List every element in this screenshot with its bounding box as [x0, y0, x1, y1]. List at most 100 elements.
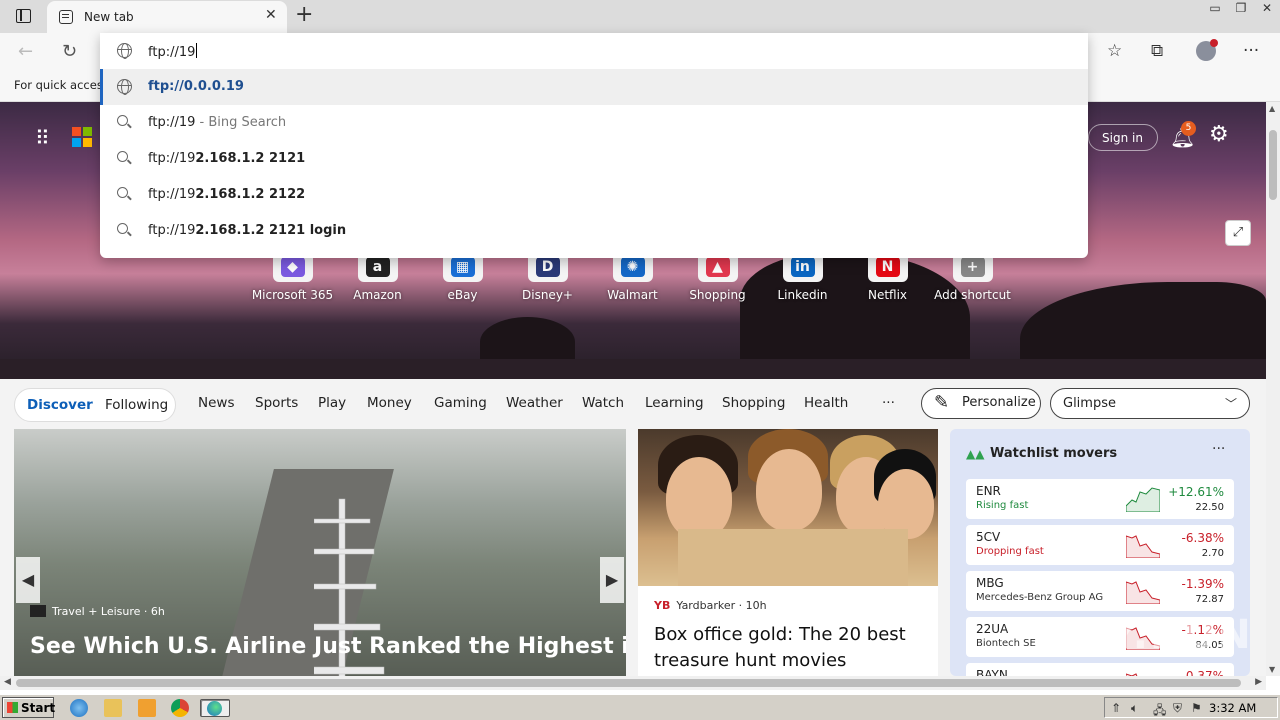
scroll-thumb[interactable] — [16, 679, 1241, 687]
taskbar: Start ⇑ 🔈︎ 🖧 ⛨ ⚑ 3:32 AM — [0, 694, 1280, 720]
personalize-button[interactable]: ✎ Personalize — [921, 388, 1041, 419]
address-bar[interactable]: ftp://19 — [100, 33, 1088, 69]
search-icon — [117, 115, 133, 131]
restore-icon[interactable]: ❐ — [1228, 0, 1254, 18]
stock-note: Rising fast — [976, 500, 1029, 511]
expand-icon[interactable]: ⤢ — [1225, 220, 1251, 246]
stock-change: -1.39% — [1181, 577, 1224, 591]
stock-symbol: MBG — [976, 576, 1004, 590]
volume-icon[interactable]: 🔈︎ — [1131, 701, 1138, 716]
article-card-movies[interactable]: YB Yardbarker · 10h Box office gold: The … — [638, 429, 938, 676]
quick-link-ebay[interactable]: ▦ eBay — [420, 255, 505, 302]
personalize-icon: ✎ — [934, 392, 950, 413]
quick-link-add-shortcut[interactable]: + Add shortcut — [930, 255, 1015, 302]
chevron-down-icon: ﹀ — [1224, 397, 1237, 411]
settings-gear-icon[interactable]: ⚙ — [1209, 122, 1229, 147]
source-logo: YB — [654, 599, 671, 612]
category-health[interactable]: Health — [804, 395, 848, 411]
more-icon[interactable]: ··· — [1243, 41, 1259, 61]
article-headline[interactable]: See Which U.S. Airline Just Ranked the H… — [30, 633, 626, 661]
quick-link-netflix[interactable]: N Netflix — [845, 255, 930, 302]
scroll-down-icon[interactable]: ▼ — [1269, 665, 1275, 674]
minimize-icon[interactable]: ▭ — [1202, 0, 1228, 18]
search-icon — [117, 151, 133, 167]
scroll-left-icon[interactable]: ◀ — [4, 677, 11, 687]
close-window-icon[interactable]: ✕ — [1254, 0, 1280, 18]
suggestion-item[interactable]: ftp://0.0.0.19 — [100, 69, 1088, 105]
quick-link-label: Amazon — [353, 288, 402, 302]
layout-select[interactable]: Glimpse ﹀ — [1050, 388, 1250, 419]
suggestion-item[interactable]: ftp://192.168.1.2 2122 — [100, 177, 1088, 213]
app-launcher-icon[interactable]: ⠿ — [35, 126, 52, 150]
suggestion-item[interactable]: ftp://192.168.1.2 2121 login — [100, 213, 1088, 249]
new-tab-icon — [59, 10, 73, 24]
article-headline[interactable]: Box office gold: The 20 best treasure hu… — [654, 622, 924, 674]
favorites-icon[interactable]: ☆ — [1107, 41, 1122, 61]
screen: New tab ✕ + ▭ ❐ ✕ ← ↻ ☆ ⧉ ··· For quick … — [0, 0, 1280, 720]
refresh-icon[interactable]: ↻ — [62, 41, 77, 62]
stock-row[interactable]: 5CV Dropping fast -6.38% 2.70 — [966, 525, 1234, 565]
watchlist-more-button[interactable]: ··· — [1212, 441, 1225, 457]
stock-row[interactable]: MBG Mercedes-Benz Group AG -1.39% 72.87 — [966, 571, 1234, 611]
quick-link-walmart[interactable]: ✺ Walmart — [590, 255, 675, 302]
tab-following[interactable]: Following — [105, 397, 168, 413]
microsoft-logo[interactable] — [72, 127, 92, 147]
scroll-thumb[interactable] — [1269, 130, 1277, 200]
quick-link-microsoft-365[interactable]: ◆ Microsoft 365 — [250, 255, 335, 302]
collections-icon[interactable]: ⧉ — [1151, 41, 1163, 61]
quick-link-amazon[interactable]: a Amazon — [335, 255, 420, 302]
watchlist-title: Watchlist movers — [990, 446, 1118, 461]
tray-expand-icon[interactable]: ⇑ — [1111, 701, 1121, 715]
carousel-prev-button[interactable]: ◀ — [16, 557, 40, 603]
category-news[interactable]: News — [198, 395, 234, 411]
profile-avatar[interactable] — [1196, 39, 1218, 61]
horizontal-scrollbar[interactable]: ◀ ▶ — [0, 676, 1266, 690]
media-player-icon[interactable] — [138, 699, 156, 717]
quick-link-label: eBay — [447, 288, 478, 302]
address-input[interactable]: ftp://19 — [148, 43, 198, 60]
tab-title: New tab — [84, 10, 134, 24]
category-sports[interactable]: Sports — [255, 395, 298, 411]
new-tab-button[interactable]: + — [295, 3, 313, 27]
quick-link-icon: D — [527, 255, 568, 282]
flag-icon[interactable]: ⚑ — [1191, 701, 1202, 715]
tab-discover[interactable]: Discover — [27, 397, 93, 413]
scroll-right-icon[interactable]: ▶ — [1255, 677, 1262, 687]
quick-link-label: Microsoft 365 — [251, 288, 334, 302]
start-label: Start — [21, 701, 56, 715]
quick-link-shopping[interactable]: ▲ Shopping — [675, 255, 760, 302]
quick-link-label: Add shortcut — [934, 288, 1011, 302]
category-watch[interactable]: Watch — [582, 395, 624, 411]
category-more[interactable]: ··· — [882, 395, 895, 411]
category-weather[interactable]: Weather — [506, 395, 563, 411]
internet-explorer-icon[interactable] — [70, 699, 88, 717]
start-button[interactable]: Start — [2, 697, 56, 718]
category-learning[interactable]: Learning — [645, 395, 704, 411]
close-tab-icon[interactable]: ✕ — [265, 7, 277, 23]
sign-in-button[interactable]: Sign in — [1088, 124, 1158, 151]
stock-symbol: ENR — [976, 484, 1001, 498]
clock[interactable]: 3:32 AM — [1209, 701, 1256, 715]
category-money[interactable]: Money — [367, 395, 412, 411]
suggestion-item[interactable]: ftp://19 - Bing Search — [100, 105, 1088, 141]
edge-taskbar-button[interactable] — [200, 699, 230, 717]
file-explorer-icon[interactable] — [104, 699, 122, 717]
network-icon[interactable]: 🖧 — [1153, 701, 1166, 720]
chrome-icon[interactable] — [171, 699, 189, 717]
tab-actions-icon[interactable] — [16, 9, 31, 23]
carousel-next-button[interactable]: ▶ — [600, 557, 624, 603]
back-icon[interactable]: ← — [18, 41, 33, 62]
vertical-scrollbar[interactable]: ▲ ▼ — [1266, 102, 1280, 676]
stock-row[interactable]: ENR Rising fast +12.61% 22.50 — [966, 479, 1234, 519]
quick-link-disney-[interactable]: D Disney+ — [505, 255, 590, 302]
article-card-airline[interactable]: ◀ ▶ Travel + Leisure · 6h See Which U.S.… — [14, 429, 626, 676]
category-play[interactable]: Play — [318, 395, 346, 411]
security-icon[interactable]: ⛨ — [1173, 701, 1182, 716]
tab-new-tab[interactable]: New tab ✕ — [47, 1, 287, 33]
quick-link-linkedin[interactable]: in Linkedin — [760, 255, 845, 302]
category-shopping[interactable]: Shopping — [722, 395, 785, 411]
category-gaming[interactable]: Gaming — [434, 395, 487, 411]
scroll-up-icon[interactable]: ▲ — [1269, 104, 1275, 113]
sparkline-chart — [1126, 487, 1160, 512]
suggestion-item[interactable]: ftp://192.168.1.2 2121 — [100, 141, 1088, 177]
